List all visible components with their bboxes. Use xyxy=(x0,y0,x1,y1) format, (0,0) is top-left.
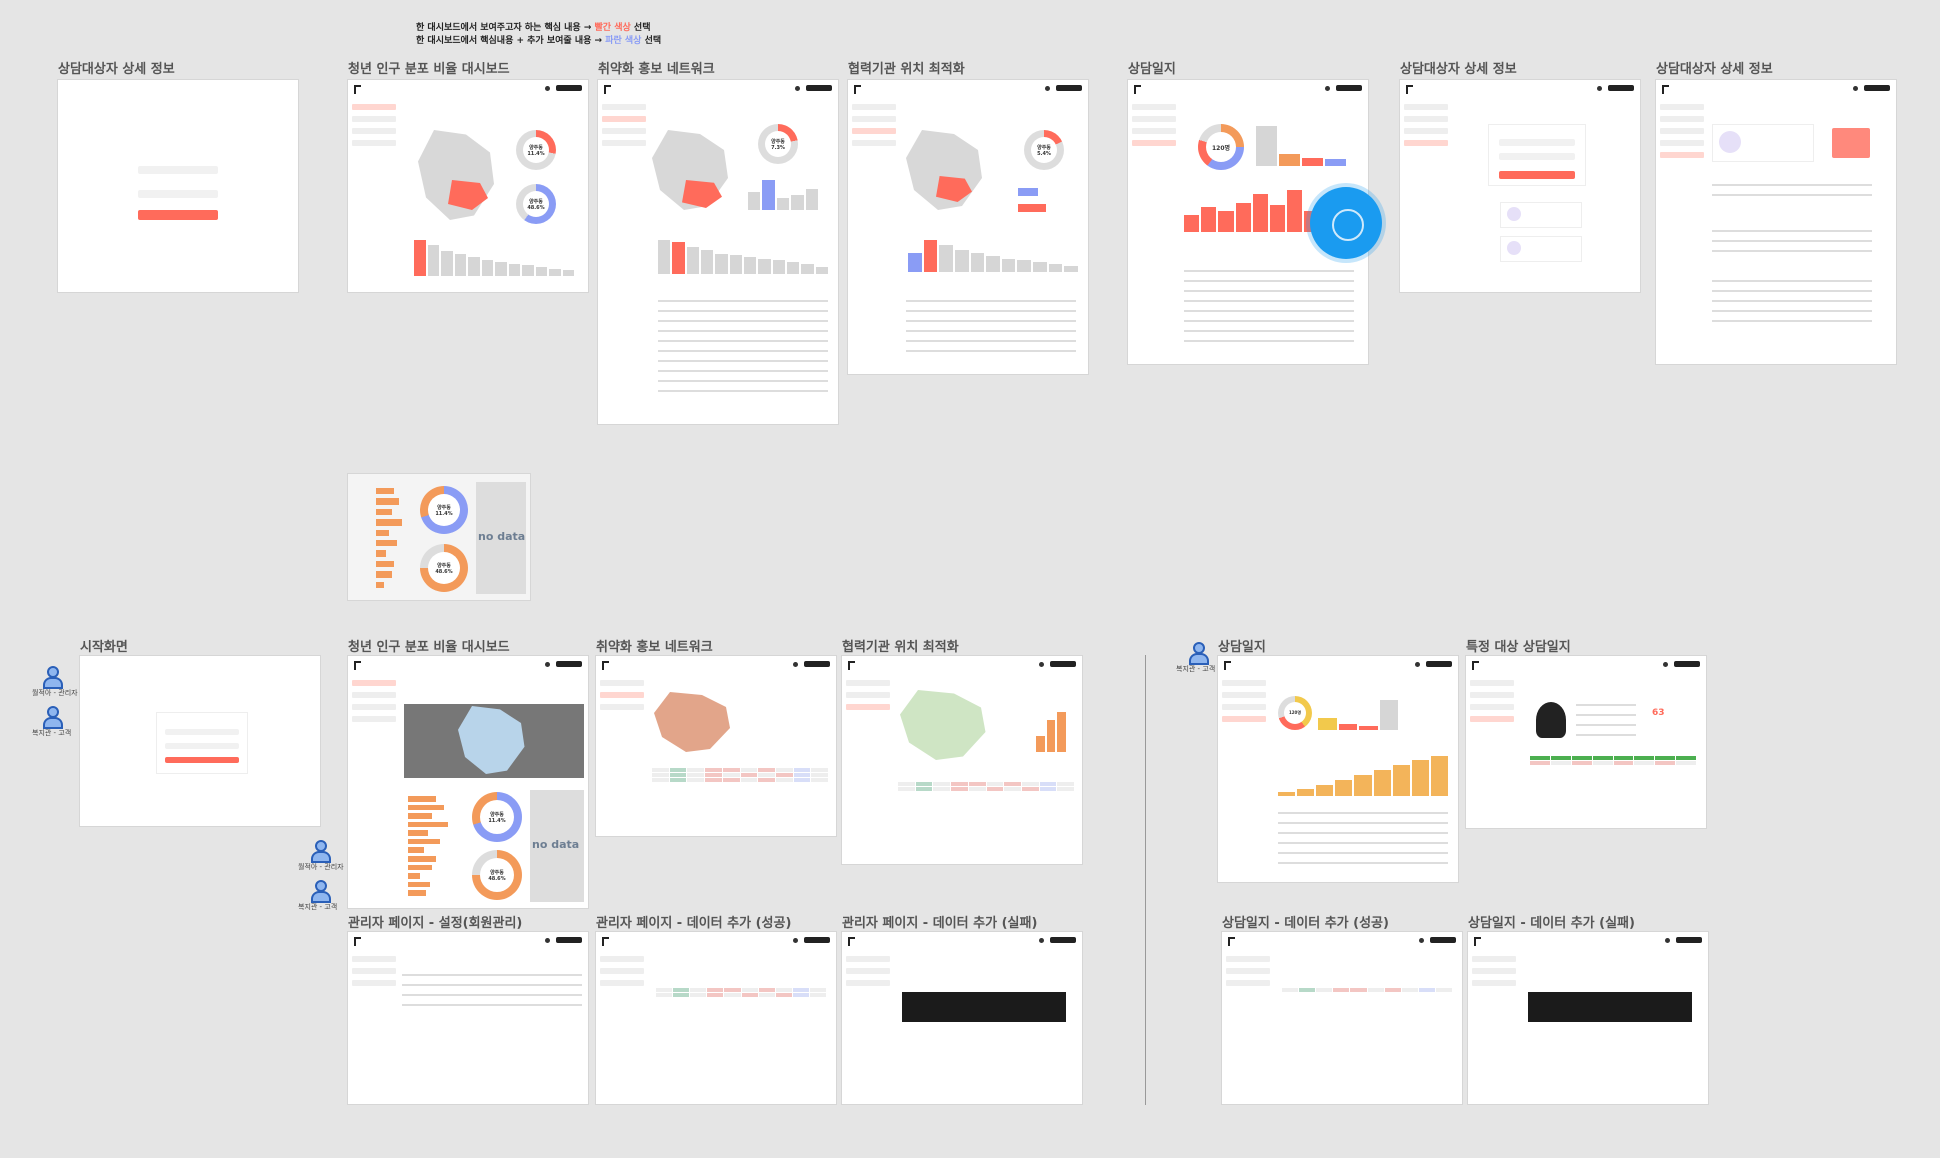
partner-frame: 양주동 5.4% xyxy=(848,80,1088,374)
error-console-2 xyxy=(1528,992,1692,1022)
assistant-fab[interactable] xyxy=(1310,187,1382,259)
id-input[interactable] xyxy=(138,166,218,174)
logout-button[interactable] xyxy=(556,85,582,91)
admin-user-icon xyxy=(42,666,63,689)
admin-add-success-frame xyxy=(596,932,836,1104)
legend-note: 한 대시보드에서 보여주고자 하는 핵심 내용 → 빨간 색상 선택 한 대시보… xyxy=(416,23,662,46)
client-user-icon-2 xyxy=(310,880,331,903)
admin-user-icon-2 xyxy=(310,840,331,863)
frame-title-admin-add-ok: 관리자 페이지 - 데이터 추가 (성공) xyxy=(596,916,792,931)
frame-title-network-2: 취약화 홍보 네트워크 xyxy=(596,640,713,655)
login-button[interactable] xyxy=(138,210,218,220)
frame-title-detail-a: 상담대상자 상세 정보 xyxy=(1400,62,1517,77)
partner-frame-2 xyxy=(842,656,1082,864)
youth-dashboard-frame: 양주동 11.4% 양주동 48.6% xyxy=(348,80,588,292)
population-chart-panel: 양주동 11.4% 양주동 48.6% no data xyxy=(348,474,530,600)
network-frame-2 xyxy=(596,656,836,836)
detail-frame-a xyxy=(1400,80,1640,292)
frame-title-network: 취약화 홍보 네트워크 xyxy=(598,62,715,77)
network-frame: 양주동 7.3% xyxy=(598,80,838,424)
admin-add-fail-frame xyxy=(842,932,1082,1104)
frame-title-log-add-fail: 상담일지 - 데이터 추가 (실패) xyxy=(1468,916,1635,931)
frame-title-log-2: 상담일지 xyxy=(1218,640,1266,655)
frame-title-admin-settings: 관리자 페이지 - 설정(회원관리) xyxy=(348,916,523,931)
frame-title-log: 상담일지 xyxy=(1128,62,1176,77)
frame-title-specific: 특정 대상 상담일지 xyxy=(1466,640,1571,655)
frame-title-log-add-ok: 상담일지 - 데이터 추가 (성공) xyxy=(1222,916,1389,931)
log-add-fail-frame xyxy=(1468,932,1708,1104)
log-frame-2: 120명 xyxy=(1218,656,1458,882)
specific-log-frame: 63 xyxy=(1466,656,1706,828)
login-frame[interactable] xyxy=(58,80,298,292)
detail-frame-b xyxy=(1656,80,1896,364)
section-divider xyxy=(1145,655,1146,1105)
password-input[interactable] xyxy=(138,190,218,198)
client-user-icon xyxy=(42,706,63,729)
frame-title-partner-2: 협력기관 위치 최적화 xyxy=(842,640,959,655)
ratio-donut-1: 양주동 11.4% xyxy=(516,130,556,170)
admin-settings-frame xyxy=(348,932,588,1104)
frame-title-detail-b: 상담대상자 상세 정보 xyxy=(1656,62,1773,77)
ratio-donut-2: 양주동 48.6% xyxy=(516,184,556,224)
frame-title-partner: 협력기관 위치 최적화 xyxy=(848,62,965,77)
log-add-success-frame xyxy=(1222,932,1462,1104)
client-user-icon-3 xyxy=(1188,642,1209,665)
error-console xyxy=(902,992,1066,1022)
frame-title-login: 상담대상자 상세 정보 xyxy=(58,62,175,77)
frame-title-admin-add-fail: 관리자 페이지 - 데이터 추가 (실패) xyxy=(842,916,1038,931)
frame-title-youth-2: 청년 인구 분포 비율 대시보드 xyxy=(348,640,510,655)
start-frame[interactable] xyxy=(80,656,320,826)
frame-title-start: 시작화면 xyxy=(80,640,128,655)
youth-dashboard-2: 양주동 11.4% 양주동 48.6% no data xyxy=(348,656,588,908)
population-bar-chart xyxy=(414,240,574,276)
frame-title-youth: 청년 인구 분포 비율 대시보드 xyxy=(348,62,510,77)
